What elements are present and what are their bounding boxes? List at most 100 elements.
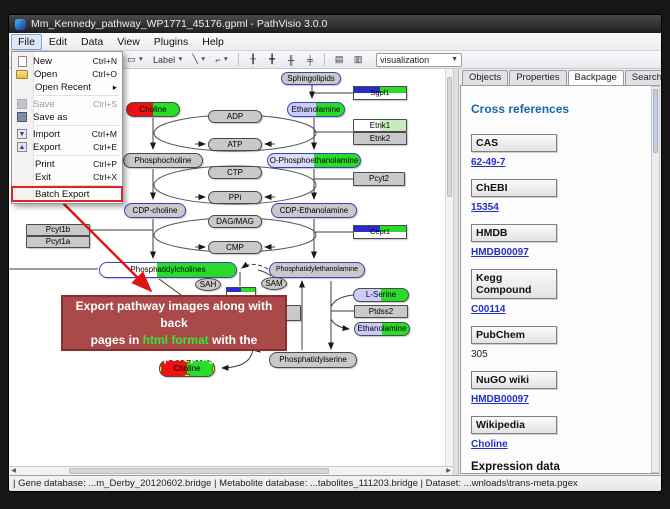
node-sphingolipids[interactable]: Sphingolipids [281,72,341,85]
node-cept1[interactable]: Cept1 [353,225,407,239]
scroll-right-icon[interactable]: ▶ [444,467,453,475]
node-cdp-choline[interactable]: CDP-choline [124,203,186,218]
node-etnk1[interactable]: Etnk1 [353,119,407,132]
chevron-down-icon[interactable]: ▼ [223,56,229,63]
distribute-vertical-icon[interactable]: ╪ [302,52,318,67]
scrollbar-thumb[interactable] [69,468,329,474]
menu-separator [36,155,119,156]
chevron-down-icon[interactable]: ▼ [138,56,144,63]
datanode-tool-icon[interactable]: ▭▼ [124,52,147,67]
node-ptdss2[interactable]: Ptdss2 [354,305,408,318]
label-tool-button[interactable]: Label▼ [150,52,186,67]
node-sam[interactable]: SAM [261,277,287,290]
status-bar: | Gene database: ...m_Derby_20120602.bri… [9,475,661,491]
stack-vertical-icon[interactable]: ▤ [331,52,347,67]
cross-references-heading: Cross references [471,102,645,116]
file-menu-item-label: Export [33,142,89,153]
file-menu-item-open[interactable]: OpenCtrl+O [13,68,121,80]
app-icon [15,19,26,30]
xref-link[interactable]: Choline [471,439,508,450]
file-menu-item-import[interactable]: ▼ImportCtrl+M [13,128,121,140]
node-sgpl1[interactable]: Sgpl1 [353,86,407,100]
stack-horizontal-icon[interactable]: ▥ [350,52,366,67]
node-atp[interactable]: ATP [208,138,262,151]
node-ppi[interactable]: PPi [208,191,262,204]
file-menu-item-exit[interactable]: ExitCtrl+X [13,171,121,183]
node-cdp-ethanolamine[interactable]: CDP-Ethanolamine [271,203,357,218]
stack-horizontal-icon-glyph: ▥ [354,54,363,65]
selection-handle[interactable] [159,374,162,377]
distribute-horizontal-icon[interactable]: ╫ [283,52,299,67]
align-middle-icon[interactable]: ╋ [264,52,280,67]
menu-shortcut: Ctrl+M [92,129,117,139]
node-choline[interactable]: Choline [126,102,180,117]
node-phosphocholine[interactable]: Phosphocholine [123,153,203,168]
annotation-highlight: html format [143,333,209,347]
tab-properties[interactable]: Properties [509,70,566,85]
selection-handle[interactable] [184,374,190,377]
menu-help[interactable]: Help [195,34,231,50]
node-l-serine[interactable]: L-Serine [353,288,409,302]
align-middle-icon-glyph: ╋ [269,54,274,65]
menu-edit[interactable]: Edit [42,34,74,50]
selection-handle[interactable] [159,366,162,372]
xref-link[interactable]: HMDB00097 [471,247,529,258]
xref-section-wikipedia: WikipediaCholine [471,416,645,450]
file-menu-item-save[interactable]: SaveCtrl+S [13,98,121,110]
side-panel: ObjectsPropertiesBackpageSearchLegend Cr… [459,69,661,475]
visualization-combo[interactable]: visualization ▼ [376,53,462,67]
scrollbar-thumb[interactable] [653,89,658,153]
export-icon: ▲ [17,142,27,152]
xref-link[interactable]: 62-49-7 [471,157,505,168]
canvas-horizontal-scrollbar[interactable]: ◀ ▶ [9,466,453,475]
chevron-down-icon[interactable]: ▼ [177,56,183,63]
selection-handle[interactable] [212,374,215,377]
node-pcyt1b[interactable]: Pcyt1b [26,224,90,236]
xref-link[interactable]: C00114 [471,304,505,315]
xref-source-header: CAS [471,134,557,152]
node-pcyt1a[interactable]: Pcyt1a [26,236,90,248]
tab-search[interactable]: Search [625,70,662,85]
xref-link[interactable]: HMDB00097 [471,394,529,405]
node-o-phosphoethanolamine[interactable]: O-Phosphoethanolamine [267,153,361,168]
file-menu-item-export[interactable]: ▲ExportCtrl+E [13,141,121,153]
file-menu-item-open-recent[interactable]: Open Recent▸ [13,81,121,93]
node-dag-mag[interactable]: DAG/MAG [208,215,262,228]
annotation-line-3: HtmlExport plugin [63,349,285,366]
chevron-down-icon[interactable]: ▼ [200,56,206,63]
node-cmp[interactable]: CMP [208,241,262,254]
node-etnk2[interactable]: Etnk2 [353,132,407,145]
node-phosphatidylethanolamine[interactable]: Phosphatidylethanolamine [269,262,365,278]
selection-handle[interactable] [212,366,215,372]
menu-view[interactable]: View [110,34,147,50]
line-tool-icon-glyph: ╲ [193,54,198,65]
tab-objects[interactable]: Objects [462,70,508,85]
connector-tool-icon[interactable]: ⌐▼ [212,52,232,67]
node-adp[interactable]: ADP [208,110,262,123]
xref-link[interactable]: 15354 [471,202,499,213]
blank-icon [16,159,29,169]
window-title: Mm_Kennedy_pathway_WP1771_45176.gpml - P… [31,18,327,30]
menu-plugins[interactable]: Plugins [147,34,195,50]
node-sah[interactable]: SAH [195,278,221,291]
file-menu-item-label: Batch Export [35,189,113,200]
menu-file[interactable]: File [11,34,42,50]
tab-backpage[interactable]: Backpage [568,70,624,86]
node-ethanolamine[interactable]: Ethanolamine [287,102,345,117]
panel-scrollbar[interactable] [651,86,660,473]
line-tool-icon[interactable]: ╲▼ [190,52,210,67]
backpage-panel: Cross references CAS62-49-7ChEBI15354HMD… [460,85,660,474]
submenu-arrow-icon: ▸ [113,82,117,93]
menu-separator [36,95,119,96]
scroll-left-icon[interactable]: ◀ [9,467,18,475]
node-pcyt2[interactable]: Pcyt2 [353,172,405,186]
node-ethanolamine[interactable]: Ethanolamine [354,322,410,336]
file-menu-item-batch-export[interactable]: Batch Export [13,188,121,200]
menu-data[interactable]: Data [74,34,110,50]
file-menu-item-print[interactable]: PrintCtrl+P [13,158,121,170]
node-phosphatidylcholines[interactable]: Phosphatidylcholines [99,262,237,278]
align-center-icon[interactable]: ╂ [245,52,261,67]
file-menu-item-new[interactable]: NewCtrl+N [13,55,121,67]
file-menu-item-save-as[interactable]: Save as [13,111,121,123]
node-ctp[interactable]: CTP [208,166,262,179]
